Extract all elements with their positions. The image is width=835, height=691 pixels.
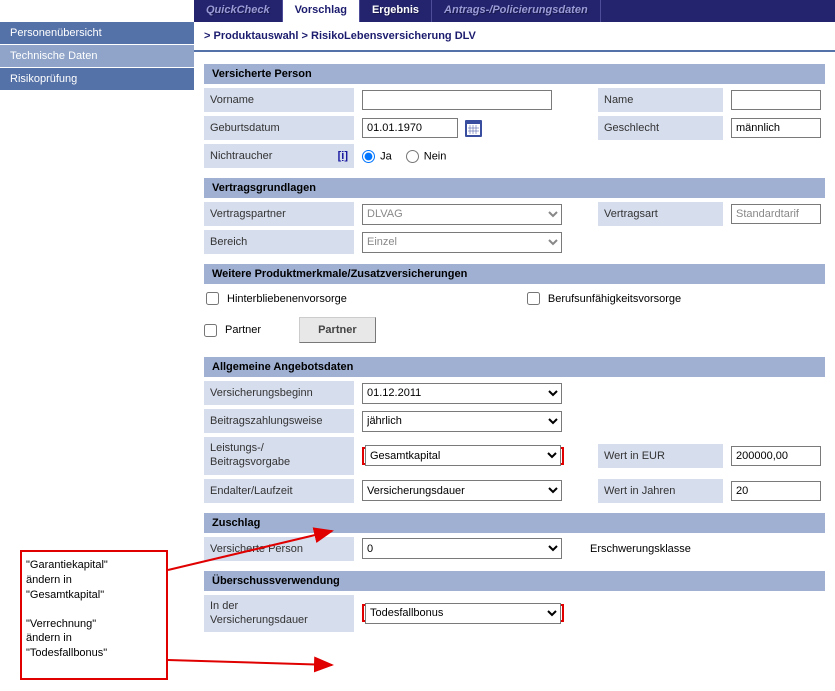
section-versicherte-person: Versicherte Person: [204, 64, 825, 84]
sidebar: Personenübersicht Technische Daten Risik…: [0, 22, 194, 638]
annotation-box: "Garantiekapital" ändern in "Gesamtkapit…: [20, 550, 168, 680]
select-beitragszahlungsweise[interactable]: jährlich: [362, 411, 562, 432]
button-partner[interactable]: Partner: [299, 317, 376, 343]
select-versicherungsbeginn[interactable]: 01.12.2011: [362, 383, 562, 404]
input-vertragsart[interactable]: [731, 204, 821, 224]
select-endalter[interactable]: Versicherungsdauer: [362, 480, 562, 501]
main-content: > Produktauswahl > RisikoLebensversicher…: [194, 22, 835, 638]
label-geschlecht: Geschlecht: [598, 116, 723, 140]
checkbox-berufs[interactable]: Berufsunfähigkeitsvorsorge: [527, 292, 681, 305]
breadcrumb-produktauswahl[interactable]: Produktauswahl: [214, 30, 299, 42]
select-ueberschuss[interactable]: Todesfallbonus: [365, 603, 561, 624]
checkbox-hinterbliebenen[interactable]: Hinterbliebenenvorsorge: [206, 292, 347, 305]
sidebar-item-technische-daten[interactable]: Technische Daten: [0, 45, 194, 68]
input-geburtsdatum[interactable]: [362, 118, 458, 138]
section-vertragsgrundlagen: Vertragsgrundlagen: [204, 178, 825, 198]
label-nichtraucher: Nichtraucher [i]: [204, 144, 354, 168]
breadcrumb-current: RisikoLebensversicherung DLV: [311, 30, 476, 42]
section-allgemeine: Allgemeine Angebotsdaten: [204, 357, 825, 377]
tab-antrags[interactable]: Antrags-/Policierungsdaten: [432, 0, 601, 22]
top-navigation: QuickCheck Vorschlag Ergebnis Antrags-/P…: [194, 0, 835, 22]
input-wert-in-eur[interactable]: [731, 446, 821, 466]
radio-ja[interactable]: Ja: [362, 150, 392, 163]
label-endalter: Endalter/Laufzeit: [204, 479, 354, 503]
label-versicherungsbeginn: Versicherungsbeginn: [204, 381, 354, 405]
select-vertragspartner[interactable]: DLVAG: [362, 204, 562, 225]
select-zuschlag-person[interactable]: 0: [362, 538, 562, 559]
label-versicherte-person2: Versicherte Person: [204, 537, 354, 561]
section-weitere: Weitere Produktmerkmale/Zusatzversicheru…: [204, 264, 825, 284]
checkbox-partner[interactable]: Partner: [204, 324, 261, 337]
radio-nein[interactable]: Nein: [406, 150, 447, 163]
calendar-icon[interactable]: [465, 120, 482, 137]
section-ueberschuss: Überschussverwendung: [204, 571, 825, 591]
label-name: Name: [598, 88, 723, 112]
label-wert-in-jahren: Wert in Jahren: [598, 479, 723, 503]
label-vertragsart: Vertragsart: [598, 202, 723, 226]
breadcrumb: > Produktauswahl > RisikoLebensversicher…: [194, 22, 835, 52]
label-vorname: Vorname: [204, 88, 354, 112]
label-erschwerungsklasse: Erschwerungsklasse: [584, 538, 697, 560]
tab-vorschlag[interactable]: Vorschlag: [283, 0, 360, 22]
label-beitragszahlungsweise: Beitragszahlungsweise: [204, 409, 354, 433]
input-vorname[interactable]: [362, 90, 552, 110]
section-zuschlag: Zuschlag: [204, 513, 825, 533]
label-in-der-versicherungsdauer: In der Versicherungsdauer: [204, 595, 354, 633]
highlight-leistungsvorgabe: Gesamtkapital: [362, 447, 564, 465]
tab-quickcheck[interactable]: QuickCheck: [194, 0, 283, 22]
tab-ergebnis[interactable]: Ergebnis: [360, 0, 432, 22]
select-bereich[interactable]: Einzel: [362, 232, 562, 253]
input-wert-in-jahren[interactable]: [731, 481, 821, 501]
label-geburtsdatum: Geburtsdatum: [204, 116, 354, 140]
sidebar-item-personenuebersicht[interactable]: Personenübersicht: [0, 22, 194, 45]
label-vertragspartner: Vertragspartner: [204, 202, 354, 226]
label-bereich: Bereich: [204, 230, 354, 254]
label-wert-in-eur: Wert in EUR: [598, 444, 723, 468]
input-name[interactable]: [731, 90, 821, 110]
highlight-ueberschuss: Todesfallbonus: [362, 604, 564, 622]
input-geschlecht[interactable]: [731, 118, 821, 138]
select-leistungsvorgabe[interactable]: Gesamtkapital: [365, 445, 561, 466]
label-leistungsvorgabe: Leistungs-/ Beitragsvorgabe: [204, 437, 354, 475]
info-icon[interactable]: [i]: [338, 150, 348, 162]
sidebar-item-risikopruefung[interactable]: Risikoprüfung: [0, 68, 194, 91]
